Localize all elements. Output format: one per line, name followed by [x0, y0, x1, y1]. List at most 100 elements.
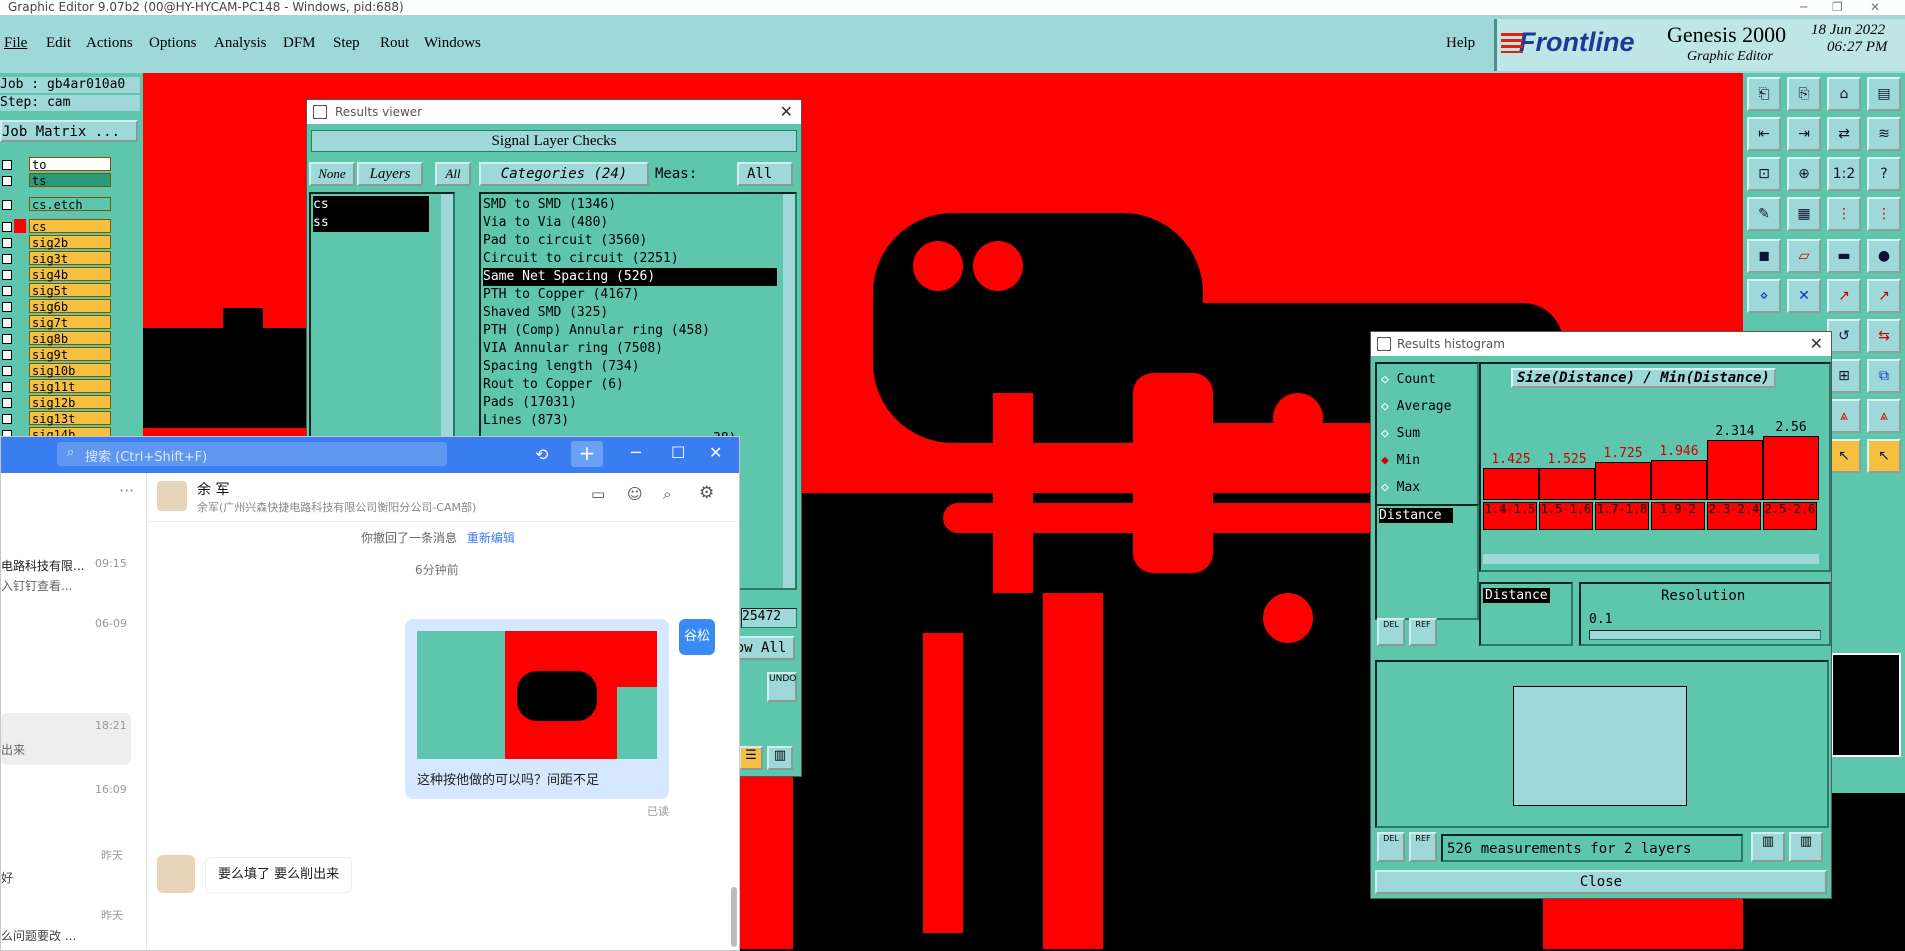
tool-icon[interactable]: ↺ — [1827, 319, 1861, 353]
node-tool-icon[interactable]: ⋄ — [1747, 279, 1781, 313]
list-item[interactable]: Via to Via (480) — [483, 214, 777, 232]
tool-icon[interactable]: ⩓ — [1827, 399, 1861, 433]
maximize-icon[interactable]: ☐ — [671, 443, 685, 462]
layer-row[interactable]: sig2b — [0, 235, 143, 250]
layer-row[interactable]: cs.etch — [0, 197, 143, 212]
tool-icon[interactable]: ⋮ — [1827, 197, 1861, 231]
folder-icon[interactable]: ▭ — [591, 485, 605, 503]
histogram-bar[interactable] — [1763, 436, 1819, 500]
gear-icon[interactable]: ⚙ — [699, 483, 714, 503]
histogram-bar[interactable] — [1539, 468, 1595, 500]
histogram-bar[interactable] — [1483, 468, 1539, 500]
chart-icon[interactable]: ▥ — [1751, 832, 1785, 862]
layer-row[interactable]: sig7t — [0, 315, 143, 330]
pad-tool-icon[interactable]: ◼ — [1747, 239, 1781, 273]
layer-row[interactable]: sig3t — [0, 251, 143, 266]
home-icon[interactable]: ⌂ — [1827, 77, 1861, 111]
histogram-hscrollbar[interactable] — [1483, 554, 1819, 564]
tool-icon[interactable]: ⧉ — [1867, 359, 1901, 393]
tool-icon[interactable]: ⇆ — [1867, 319, 1901, 353]
tool-icon[interactable]: ⎗ — [1747, 77, 1781, 111]
tool-icon[interactable]: ⩓ — [1867, 399, 1901, 433]
restore-icon[interactable]: ❐ — [1832, 0, 1843, 14]
zoom-icon[interactable]: ⊕ — [1787, 157, 1821, 191]
job-matrix-button[interactable]: Job Matrix ... — [0, 120, 138, 142]
minimize-icon[interactable]: ─ — [631, 443, 641, 462]
layer-row[interactable]: sig4b — [0, 267, 143, 282]
histogram-bar[interactable] — [1707, 440, 1763, 500]
mode-option[interactable]: ◇ Max — [1381, 480, 1420, 495]
mode-option[interactable]: ◇ Average — [1381, 399, 1451, 414]
reply-bubble[interactable]: 要么填了 要么削出来 — [205, 857, 353, 893]
message-bubble[interactable]: 这种按他做的可以吗？间距不足 — [405, 619, 669, 799]
scale-icon[interactable]: 1:2 — [1827, 157, 1861, 191]
list-item[interactable]: Distance — [1379, 508, 1453, 523]
list-item[interactable]: SMD to SMD (1346) — [483, 196, 777, 214]
layer-row[interactable]: sig6b — [0, 299, 143, 314]
re-edit-link[interactable]: 重新编辑 — [467, 531, 515, 545]
minimize-icon[interactable]: ─ — [1800, 0, 1807, 14]
close-icon[interactable]: ✕ — [709, 443, 722, 462]
mode-option[interactable]: ◇ Count — [1381, 372, 1436, 387]
tool-icon[interactable]: ≋ — [1867, 117, 1901, 151]
tool-icon[interactable]: ↗ — [1867, 279, 1901, 313]
scrollbar[interactable] — [783, 194, 795, 588]
zoom-fit-icon[interactable]: ⊡ — [1747, 157, 1781, 191]
tool-icon[interactable]: ⎘ — [1787, 77, 1821, 111]
layer-row[interactable]: cs — [0, 219, 143, 234]
meas-select[interactable]: All — [737, 162, 793, 186]
chart-icon[interactable]: ▥ — [767, 746, 793, 770]
list-item[interactable]: PTH to Copper (4167) — [483, 286, 777, 304]
mode-option-selected[interactable]: ◆ Min — [1381, 453, 1420, 468]
list-icon[interactable]: ☰ — [739, 746, 763, 770]
layer-row[interactable]: sig9t — [0, 347, 143, 362]
message-image[interactable] — [417, 631, 657, 759]
del-button[interactable]: DEL — [1377, 832, 1405, 862]
list-item[interactable]: ss — [313, 214, 429, 232]
tool-icon[interactable]: ▱ — [1787, 239, 1821, 273]
chat-list-item[interactable]: 16:09 — [1, 771, 131, 811]
menu-analysis[interactable]: Analysis — [214, 35, 267, 52]
search-input[interactable]: ⌕ 搜索 (Ctrl+Shift+F) — [57, 442, 447, 466]
line-tool-icon[interactable]: ▬ — [1827, 239, 1861, 273]
all-button[interactable]: All — [435, 162, 471, 186]
layer-row[interactable]: sig13t — [0, 411, 143, 426]
grid-icon[interactable]: ▦ — [1787, 197, 1821, 231]
close-button[interactable]: Close — [1375, 870, 1827, 894]
search-icon[interactable]: ⌕ — [663, 485, 671, 503]
layer-row[interactable]: sig5t — [0, 283, 143, 298]
layer-row[interactable]: sig12b — [0, 395, 143, 410]
close-icon[interactable]: ✕ — [780, 100, 793, 124]
tool-icon[interactable]: ↗ — [1827, 279, 1861, 313]
ref-button[interactable]: REF — [1409, 832, 1437, 862]
chart-icon[interactable]: ▥ — [1789, 832, 1823, 862]
list-item[interactable]: Lines (873) — [483, 412, 777, 430]
menu-actions[interactable]: Actions — [86, 35, 133, 52]
menu-rout[interactable]: Rout — [380, 35, 409, 52]
pointer-tool-icon[interactable]: ↖ — [1827, 439, 1861, 473]
add-user-icon[interactable]: ☺ — [627, 485, 643, 503]
close-icon[interactable]: ✕ — [1810, 332, 1823, 356]
tool-icon[interactable]: ⇤ — [1747, 117, 1781, 151]
histogram-bar[interactable] — [1595, 462, 1651, 500]
list-item[interactable]: Shaved SMD (325) — [483, 304, 777, 322]
tool-icon[interactable]: ⋮ — [1867, 197, 1901, 231]
layer-row[interactable]: ts — [0, 173, 143, 188]
mode-option[interactable]: ◇ Sum — [1381, 426, 1420, 441]
ref-button[interactable]: REF — [1409, 618, 1437, 646]
list-item[interactable]: PTH (Comp) Annular ring (458) — [483, 322, 777, 340]
add-icon[interactable]: + — [571, 441, 603, 467]
chat-list-item[interactable]: 电路科技有限... 入钉钉查看... 09:15 — [1, 553, 131, 603]
menu-dfm[interactable]: DFM — [283, 35, 316, 52]
layer-row[interactable]: to — [0, 157, 143, 172]
chat-list-item[interactable]: 出来 18:21 — [1, 713, 131, 765]
undo-button[interactable]: UNDO — [767, 672, 797, 702]
histogram-bar[interactable] — [1651, 460, 1707, 500]
menu-edit[interactable]: Edit — [46, 35, 71, 52]
layer-row[interactable]: sig8b — [0, 331, 143, 346]
list-item[interactable]: Pads (17031) — [483, 394, 777, 412]
tool-icon[interactable]: ⊞ — [1827, 359, 1861, 393]
measure-list[interactable]: Distance — [1375, 504, 1479, 620]
more-icon[interactable]: ··· — [119, 481, 134, 500]
close-icon[interactable]: ✕ — [1870, 0, 1880, 14]
